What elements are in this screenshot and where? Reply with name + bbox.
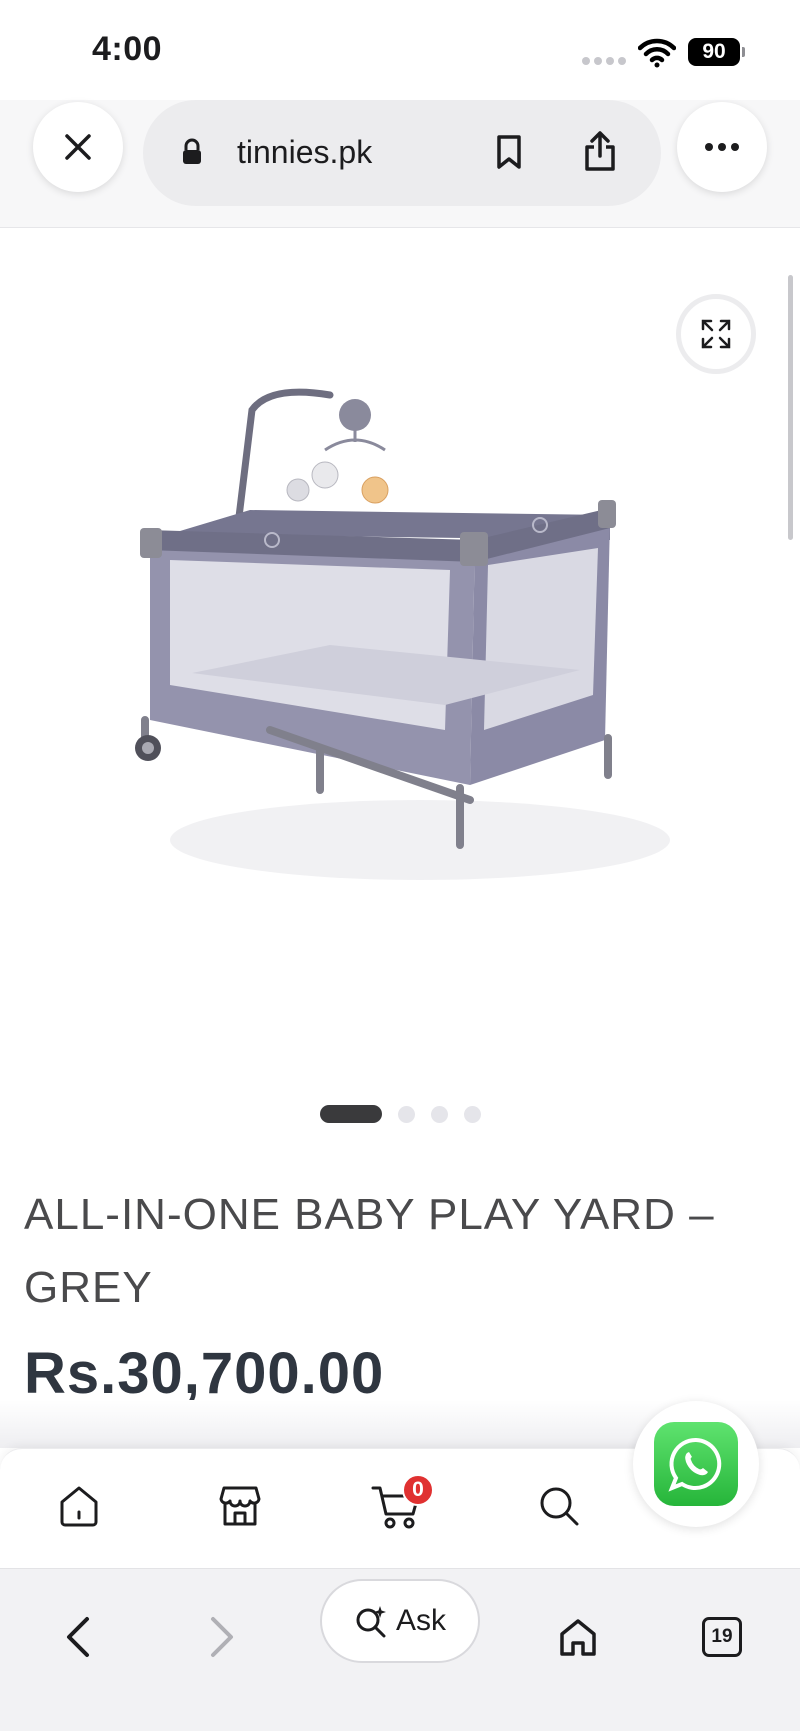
cellular-signal-icon <box>582 57 626 65</box>
tab-count: 19 <box>702 1617 742 1657</box>
carousel-pagination[interactable] <box>320 1105 481 1123</box>
nav-home-button[interactable] <box>52 1479 106 1533</box>
wifi-icon <box>638 38 676 68</box>
ask-label: Ask <box>395 1604 446 1637</box>
store-icon <box>219 1486 261 1526</box>
carousel-dot[interactable] <box>398 1105 415 1123</box>
close-icon <box>65 134 91 160</box>
bookmark-icon[interactable] <box>495 134 523 170</box>
product-price: Rs.30,700.00 <box>24 1341 385 1406</box>
back-button[interactable] <box>48 1607 108 1667</box>
forward-button[interactable] <box>192 1607 252 1667</box>
close-tab-button[interactable] <box>33 102 123 192</box>
page-scrollbar[interactable] <box>788 275 793 540</box>
home-icon <box>60 1486 98 1527</box>
status-bar: 4:00 90 <box>0 0 800 100</box>
product-title: ALL-IN-ONE BABY PLAY YARD – GREY <box>24 1190 715 1312</box>
nav-shop-button[interactable] <box>213 1479 267 1533</box>
browser-bottom-toolbar: Ask 19 <box>0 1568 800 1731</box>
carousel-dot[interactable] <box>431 1105 448 1123</box>
tabs-button[interactable]: 19 <box>692 1607 752 1667</box>
battery-indicator: 90 <box>688 38 740 66</box>
carousel-dot[interactable] <box>464 1105 481 1123</box>
chevron-left-icon <box>67 1617 89 1657</box>
carousel-dot-active[interactable] <box>320 1105 382 1123</box>
battery-tip <box>742 47 745 57</box>
whatsapp-chat-button[interactable] <box>633 1401 759 1527</box>
cart-count-badge: 0 <box>402 1474 434 1506</box>
fullscreen-image-button[interactable] <box>676 294 756 374</box>
sparkle-search-icon <box>356 1606 386 1638</box>
product-image-play-yard[interactable] <box>130 370 690 960</box>
status-time: 4:00 <box>92 30 163 68</box>
browser-home-button[interactable] <box>548 1607 608 1667</box>
home-icon <box>560 1619 596 1656</box>
expand-icon <box>701 319 731 349</box>
ask-button[interactable]: Ask <box>320 1579 480 1663</box>
chevron-right-icon <box>211 1617 233 1657</box>
whatsapp-icon <box>654 1422 738 1506</box>
share-icon[interactable] <box>583 130 617 172</box>
more-options-button[interactable] <box>677 102 767 192</box>
lock-icon <box>183 138 201 164</box>
search-icon <box>540 1487 579 1526</box>
ellipsis-icon <box>705 143 739 151</box>
nav-search-button[interactable] <box>532 1479 586 1533</box>
address-bar[interactable]: tinnies.pk <box>143 100 661 206</box>
url-text: tinnies.pk <box>237 134 373 170</box>
